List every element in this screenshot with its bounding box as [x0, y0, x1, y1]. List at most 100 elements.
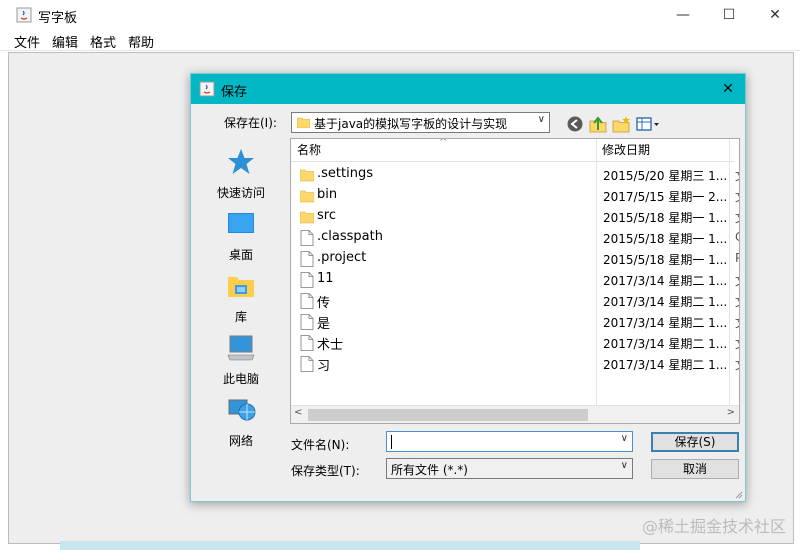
filetype-value: 所有文件 (*.*) — [391, 463, 468, 477]
java-app-icon — [16, 7, 32, 23]
menu-edit[interactable]: 编辑 — [52, 32, 78, 51]
table-row[interactable]: 传 2017/3/14 星期二 1... 文 — [291, 290, 739, 311]
java-app-icon — [199, 81, 215, 97]
file-modified: 2017/5/15 星期一 2... — [603, 190, 728, 204]
save-button[interactable]: 保存(S) — [651, 432, 739, 452]
place-label: 桌面 — [228, 248, 253, 262]
text-caret — [391, 435, 392, 449]
dialog-titlebar[interactable]: 保存 ✕ — [191, 74, 745, 104]
dialog-close-button[interactable]: ✕ — [711, 74, 745, 104]
file-type-cell: 文 — [735, 356, 739, 373]
place-label: 此电脑 — [222, 372, 259, 386]
place-label: 网络 — [228, 434, 253, 448]
folder-icon — [300, 211, 314, 224]
close-button[interactable]: ✕ — [752, 0, 798, 30]
folder-icon — [300, 190, 314, 203]
menubar: 文件 编辑 格式 帮助 — [0, 30, 800, 51]
main-titlebar[interactable]: 写字板 — ☐ ✕ — [0, 0, 800, 30]
filename-input[interactable]: ∨ — [386, 431, 633, 452]
filetype-dropdown[interactable]: 所有文件 (*.*) ∨ — [386, 458, 633, 479]
places-bar: 快速访问 桌面 库 此电脑 网络 — [205, 141, 277, 448]
scroll-left-icon[interactable]: < — [294, 407, 302, 418]
folder-icon — [297, 117, 310, 128]
place-label: 快速访问 — [216, 186, 265, 200]
folder-icon — [300, 169, 314, 182]
file-name: 传 — [317, 296, 331, 311]
file-modified: 2017/3/14 星期二 1... — [603, 358, 728, 372]
file-modified: 2015/5/18 星期一 1... — [603, 211, 728, 225]
maximize-button[interactable]: ☐ — [706, 0, 752, 30]
watermark-text: @稀土掘金技术社区 — [641, 517, 786, 536]
file-name: bin — [317, 187, 338, 202]
save-in-label: 保存在(I): — [224, 116, 277, 130]
table-row[interactable]: bin 2017/5/15 星期一 2... 文 — [291, 185, 739, 206]
file-name: .project — [317, 250, 367, 265]
file-modified: 2017/3/14 星期二 1... — [603, 316, 728, 330]
filetype-label: 保存类型(T): — [291, 464, 360, 478]
library-icon — [228, 277, 254, 297]
save-dialog: 保存 ✕ 保存在(I): 基于java的模拟写字板的设计与实现 ∨ 快速访问 桌… — [190, 73, 746, 502]
menu-help[interactable]: 帮助 — [128, 32, 154, 51]
file-modified: 2015/5/18 星期一 1... — [603, 232, 728, 246]
file-icon — [300, 293, 314, 309]
file-name: .classpath — [317, 229, 383, 244]
menu-format[interactable]: 格式 — [90, 32, 116, 51]
place-this-pc[interactable]: 此电脑 — [205, 333, 277, 387]
file-type-cell: 文 — [735, 314, 739, 331]
place-network[interactable]: 网络 — [205, 395, 277, 449]
file-icon — [300, 335, 314, 351]
back-icon[interactable] — [565, 114, 585, 134]
file-modified: 2015/5/18 星期一 1... — [603, 253, 728, 267]
new-folder-icon[interactable] — [611, 114, 631, 134]
chevron-down-icon: ∨ — [620, 460, 628, 471]
star-icon — [228, 149, 254, 174]
file-icon — [300, 230, 314, 246]
table-row[interactable]: .project 2015/5/18 星期一 1... P — [291, 248, 739, 269]
file-modified: 2015/5/20 星期三 1... — [603, 169, 728, 183]
desktop-icon — [228, 213, 254, 233]
place-library[interactable]: 库 — [205, 271, 277, 325]
file-icon — [300, 356, 314, 372]
table-row[interactable]: 11 2017/3/14 星期二 1... 文 — [291, 269, 739, 290]
minimize-button[interactable]: — — [660, 0, 706, 30]
file-modified: 2017/3/14 星期二 1... — [603, 337, 728, 351]
file-name: 术士 — [317, 338, 344, 353]
file-type-cell: 文 — [735, 272, 739, 289]
table-row[interactable]: src 2015/5/18 星期一 1... 文 — [291, 206, 739, 227]
file-modified: 2017/3/14 星期二 1... — [603, 274, 728, 288]
cancel-button[interactable]: 取消 — [651, 459, 739, 479]
place-quick-access[interactable]: 快速访问 — [205, 147, 277, 201]
filename-label: 文件名(N): — [291, 438, 350, 452]
file-list[interactable]: 名称 ^ 修改日期 .settings2015/5/20 星期三 1...文bi… — [290, 138, 740, 424]
file-type-cell: 文 — [735, 209, 739, 226]
file-name: src — [317, 208, 336, 223]
resize-grip-icon[interactable] — [733, 489, 743, 499]
save-in-dropdown[interactable]: 基于java的模拟写字板的设计与实现 ∨ — [291, 112, 550, 133]
file-type-cell: 文 — [735, 335, 739, 352]
view-menu-icon[interactable] — [635, 114, 661, 134]
table-row[interactable]: .classpath 2015/5/18 星期一 1... C — [291, 227, 739, 248]
place-desktop[interactable]: 桌面 — [205, 209, 277, 263]
file-type-cell: 文 — [735, 188, 739, 205]
computer-icon — [227, 335, 255, 361]
table-row[interactable]: 习 2017/3/14 星期二 1... 文 — [291, 353, 739, 374]
scroll-right-icon[interactable]: > — [727, 407, 735, 418]
network-icon — [228, 399, 256, 421]
dialog-title: 保存 — [221, 85, 248, 100]
table-row[interactable]: .settings 2015/5/20 星期三 1... 文 — [291, 164, 739, 185]
menu-file[interactable]: 文件 — [14, 32, 40, 51]
file-name: 习 — [317, 359, 331, 374]
column-header-name[interactable]: 名称 ^ — [291, 139, 602, 162]
horizontal-scrollbar[interactable]: < > — [291, 405, 739, 423]
table-row[interactable]: 是 2017/3/14 星期二 1... 文 — [291, 311, 739, 332]
file-icon — [300, 272, 314, 288]
up-folder-icon[interactable] — [588, 114, 608, 134]
file-modified: 2017/3/14 星期二 1... — [603, 295, 728, 309]
table-row[interactable]: 术士 2017/3/14 星期二 1... 文 — [291, 332, 739, 353]
file-name: 是 — [317, 317, 331, 332]
column-header-modified[interactable]: 修改日期 — [597, 139, 734, 162]
background-strip — [60, 541, 640, 550]
file-type-cell: 文 — [735, 293, 739, 310]
file-type-cell: 文 — [735, 167, 739, 184]
scroll-thumb[interactable] — [308, 409, 588, 421]
